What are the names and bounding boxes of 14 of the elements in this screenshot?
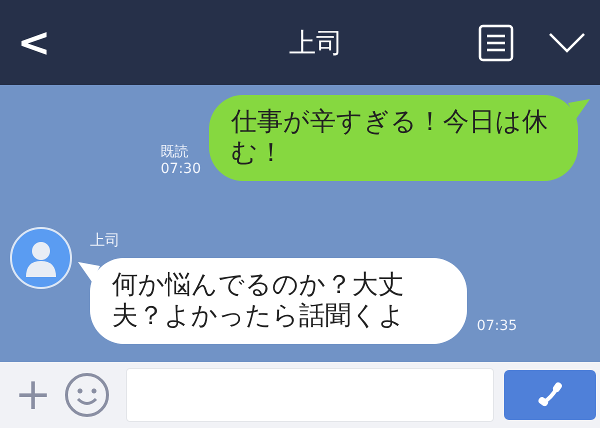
bubble-tail <box>568 99 590 121</box>
bubble-tail <box>78 262 100 284</box>
sender-name: 上司 <box>89 231 121 250</box>
call-button[interactable] <box>504 370 596 420</box>
message-input-field[interactable] <box>126 368 494 422</box>
read-receipt: 既読 <box>160 143 189 161</box>
back-button[interactable]: < <box>14 22 54 62</box>
message-time: 07:35 <box>476 318 518 336</box>
message-time: 07:30 <box>160 161 201 177</box>
avatar-icon[interactable] <box>10 227 72 289</box>
chat-title: 上司 <box>288 26 344 60</box>
chevron-down-icon[interactable] <box>548 32 586 54</box>
menu-icon[interactable] <box>478 24 514 62</box>
smiley-icon[interactable] <box>64 372 110 418</box>
